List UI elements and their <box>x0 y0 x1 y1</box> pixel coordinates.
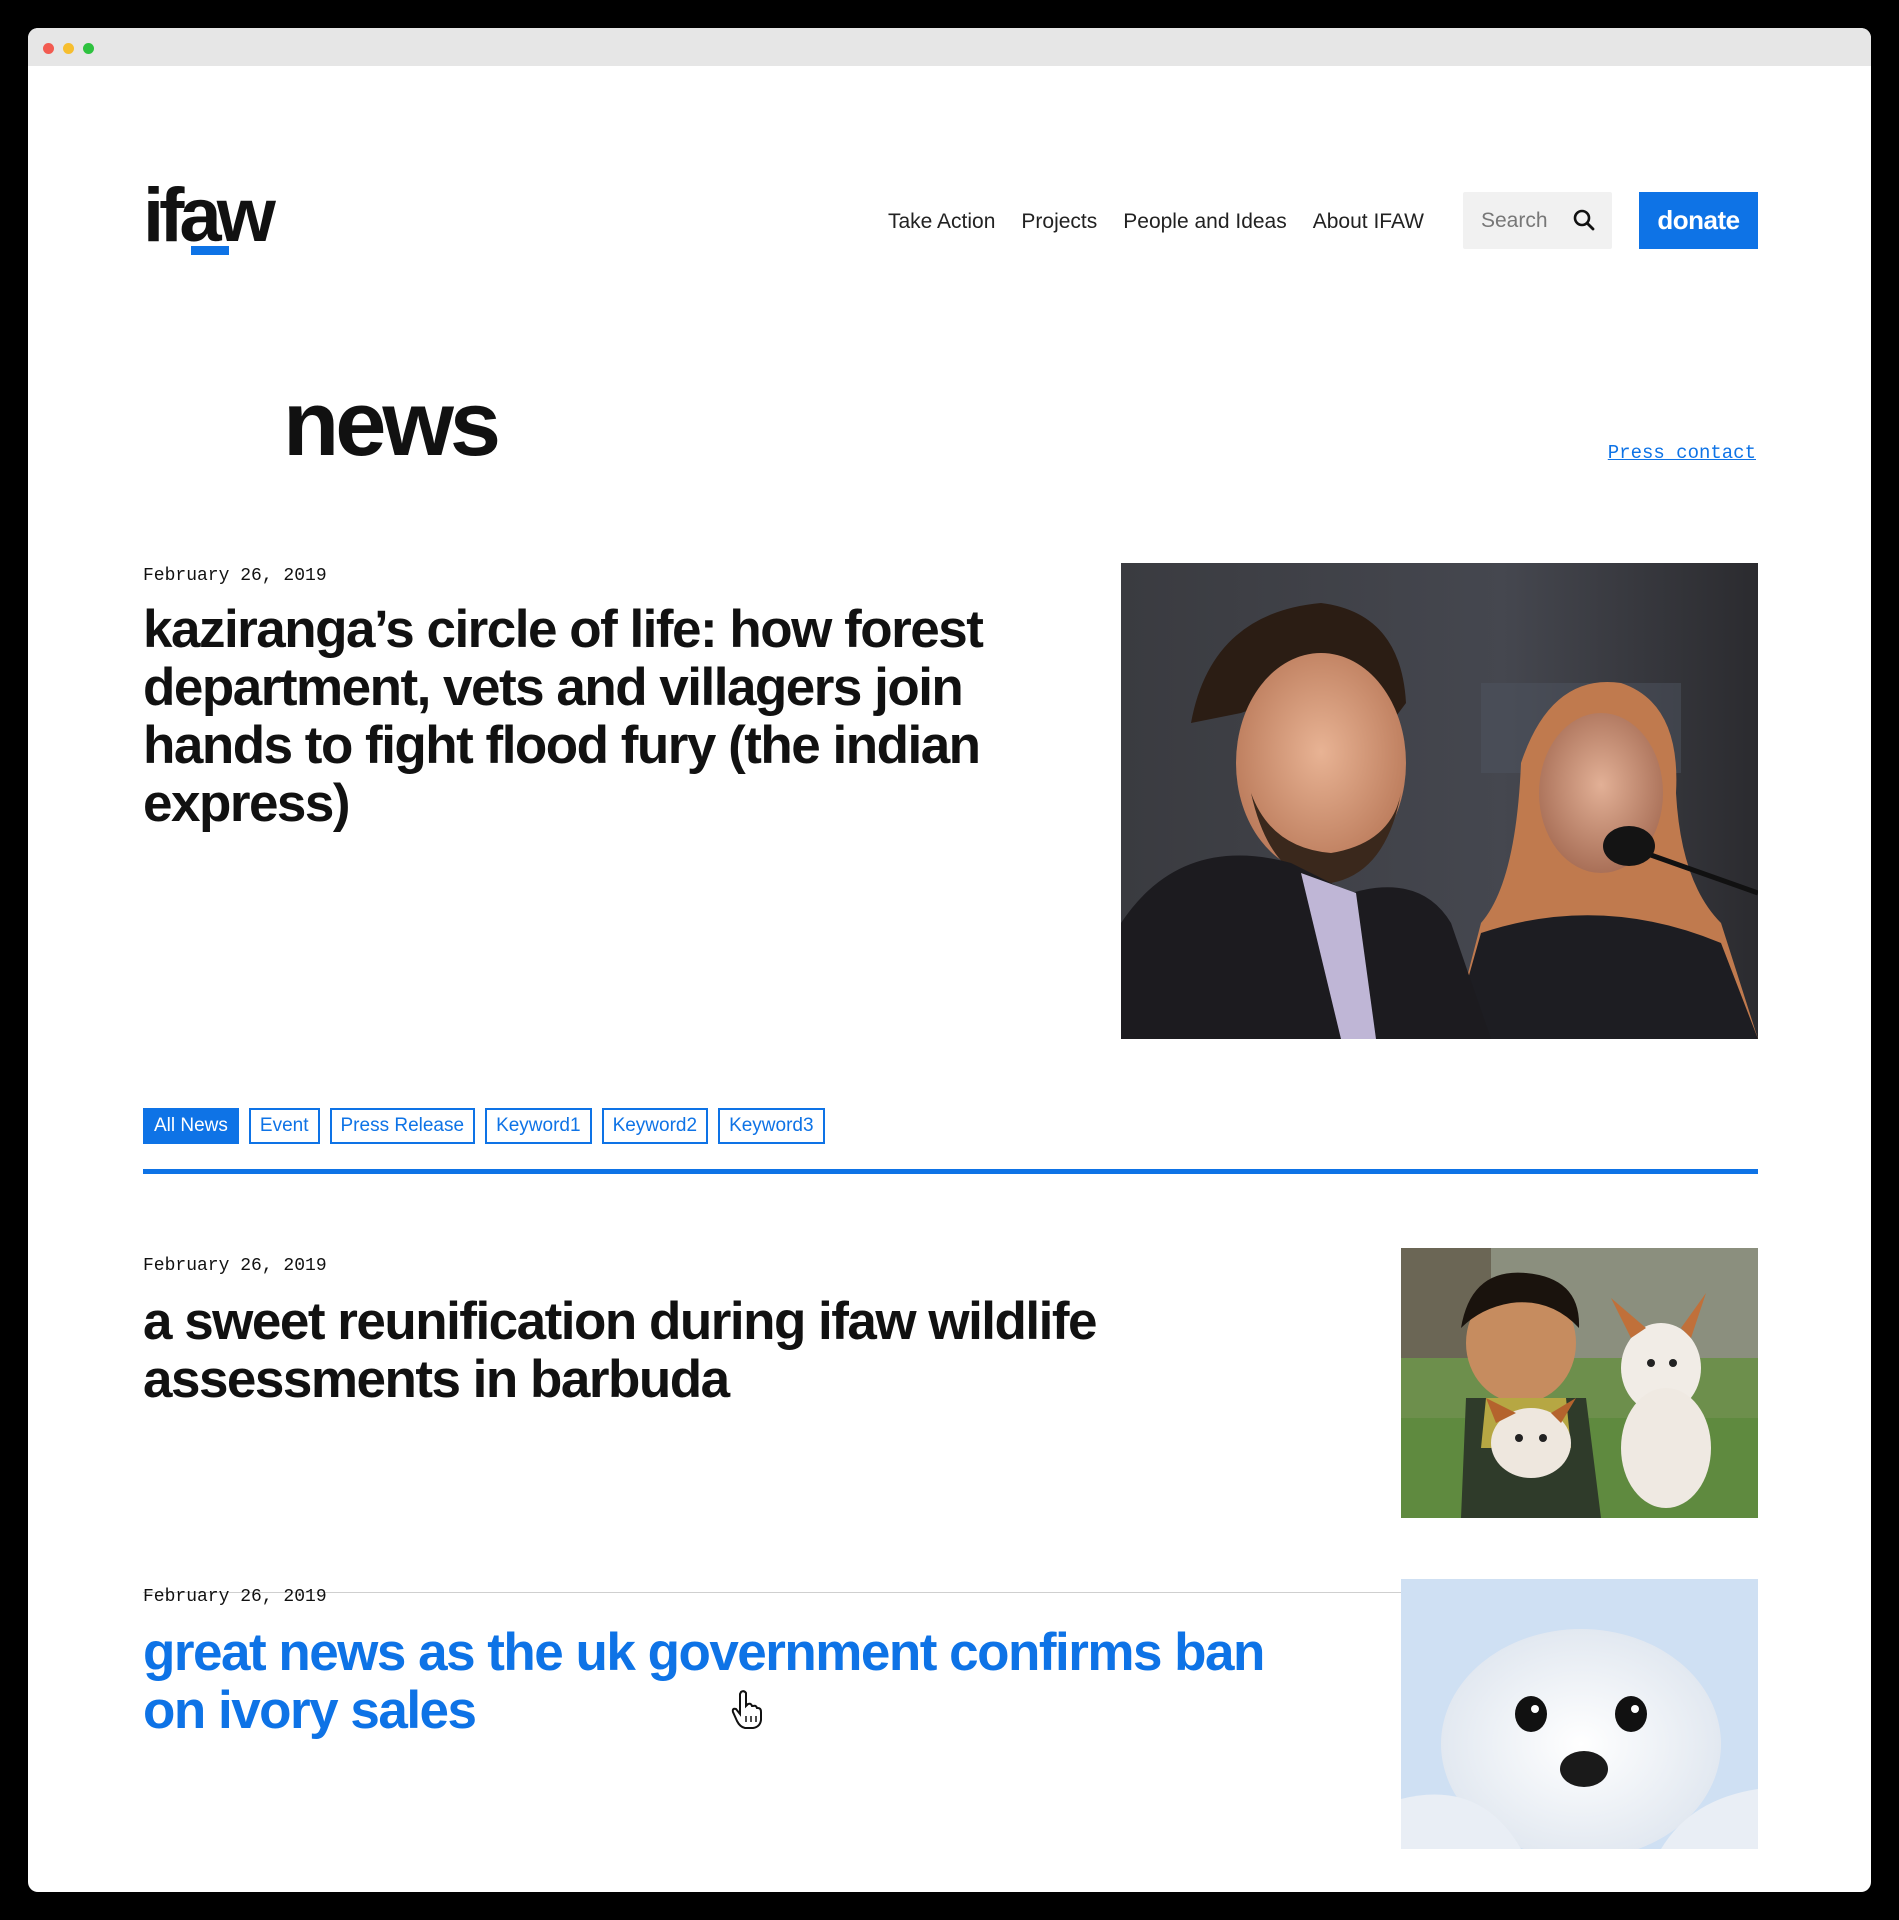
list-item: February 26, 2019 a sweet reunification … <box>143 1248 1758 1536</box>
filter-keyword3[interactable]: Keyword3 <box>718 1108 825 1144</box>
site-logo[interactable]: ifaw <box>143 178 276 254</box>
featured-image[interactable] <box>1121 563 1758 1039</box>
filter-keyword2[interactable]: Keyword2 <box>601 1108 709 1144</box>
filter-press-release[interactable]: Press Release <box>329 1108 476 1144</box>
filter-bar: All News Event Press Release Keyword1 Ke… <box>143 1108 825 1144</box>
article-thumbnail[interactable] <box>1401 1248 1758 1518</box>
filter-event[interactable]: Event <box>248 1108 320 1144</box>
main-nav: Take Action Projects People and Ideas Ab… <box>888 210 1424 234</box>
featured-headline[interactable]: kaziranga’s circle of life: how forest d… <box>143 601 1023 833</box>
featured-date: February 26, 2019 <box>143 566 327 586</box>
article-headline[interactable]: a sweet reunification during ifaw wildli… <box>143 1293 1293 1409</box>
filter-divider <box>143 1169 1758 1174</box>
nav-people-and-ideas[interactable]: People and Ideas <box>1123 210 1286 234</box>
page-title: news <box>283 373 501 475</box>
article-thumbnail[interactable] <box>1401 1579 1758 1849</box>
search-icon[interactable] <box>1572 208 1596 232</box>
nav-projects[interactable]: Projects <box>1021 210 1097 234</box>
browser-window: ifaw Take Action Projects People and Ide… <box>28 28 1871 1892</box>
article-headline[interactable]: great news as the uk government confirms… <box>143 1624 1293 1740</box>
press-contact-link[interactable]: Press contact <box>1608 442 1756 464</box>
article-date: February 26, 2019 <box>143 1256 327 1276</box>
minimize-window-button[interactable] <box>63 43 74 54</box>
donate-button[interactable]: donate <box>1639 192 1758 249</box>
nav-take-action[interactable]: Take Action <box>888 210 995 234</box>
window-titlebar <box>28 28 1871 66</box>
search-box <box>1463 192 1612 249</box>
maximize-window-button[interactable] <box>83 43 94 54</box>
article-date: February 26, 2019 <box>143 1587 327 1607</box>
filter-keyword1[interactable]: Keyword1 <box>485 1108 592 1144</box>
hand-cursor-icon <box>731 1690 762 1729</box>
logo-accent-bar <box>191 246 229 255</box>
filter-all-news[interactable]: All News <box>143 1108 239 1144</box>
list-item: February 26, 2019 great news as the uk g… <box>143 1579 1758 1867</box>
page-content: ifaw Take Action Projects People and Ide… <box>28 66 1871 1892</box>
close-window-button[interactable] <box>43 43 54 54</box>
nav-about-ifaw[interactable]: About IFAW <box>1313 210 1424 234</box>
search-input[interactable] <box>1479 207 1573 234</box>
